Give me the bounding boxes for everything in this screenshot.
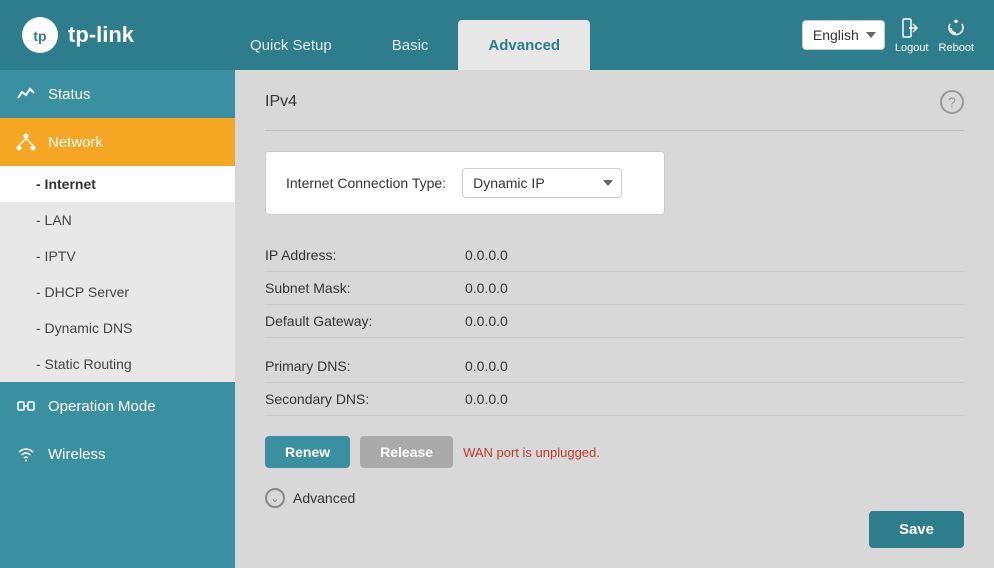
ip-address-row: IP Address: 0.0.0.0 xyxy=(265,239,964,272)
reboot-label: Reboot xyxy=(939,42,974,54)
advanced-toggle[interactable]: ⌄ Advanced xyxy=(265,488,964,508)
sidebar-item-network-label: Network xyxy=(48,134,103,151)
secondary-dns-label: Secondary DNS: xyxy=(265,391,465,407)
svg-text:tp: tp xyxy=(33,28,46,44)
save-button[interactable]: Save xyxy=(869,511,964,548)
sidebar-item-operation-mode[interactable]: Operation Mode xyxy=(0,382,235,430)
network-icon xyxy=(16,132,36,152)
wireless-icon xyxy=(16,444,36,464)
warning-message: WAN port is unplugged. xyxy=(463,445,600,460)
sidebar: Status Network - Internet - LAN - IPTV xyxy=(0,70,235,568)
logo: tp tp-link xyxy=(20,15,220,55)
sidebar-item-status[interactable]: Status xyxy=(0,70,235,118)
sidebar-item-wireless[interactable]: Wireless xyxy=(0,430,235,478)
sidebar-item-wireless-label: Wireless xyxy=(48,446,106,463)
main-layout: Status Network - Internet - LAN - IPTV xyxy=(0,70,994,568)
default-gateway-value: 0.0.0.0 xyxy=(465,313,508,329)
logout-icon xyxy=(900,16,924,40)
language-select[interactable]: English xyxy=(802,20,885,50)
default-gateway-row: Default Gateway: 0.0.0.0 xyxy=(265,305,964,338)
sidebar-item-status-label: Status xyxy=(48,86,91,103)
content-area: IPv4 ? Internet Connection Type: Dynamic… xyxy=(235,70,994,568)
operation-icon xyxy=(16,396,36,416)
info-section: IP Address: 0.0.0.0 Subnet Mask: 0.0.0.0… xyxy=(265,239,964,416)
section-title-text: IPv4 xyxy=(265,93,297,111)
primary-dns-value: 0.0.0.0 xyxy=(465,358,508,374)
secondary-dns-row: Secondary DNS: 0.0.0.0 xyxy=(265,383,964,416)
logout-label: Logout xyxy=(895,42,929,54)
ip-address-value: 0.0.0.0 xyxy=(465,247,508,263)
connection-type-box: Internet Connection Type: Dynamic IP Sta… xyxy=(265,151,665,215)
renew-button[interactable]: Renew xyxy=(265,436,350,468)
sidebar-item-operation-label: Operation Mode xyxy=(48,398,156,415)
status-icon xyxy=(16,84,36,104)
sidebar-sub-static-routing[interactable]: - Static Routing xyxy=(0,346,235,382)
release-button[interactable]: Release xyxy=(360,436,453,468)
section-header: IPv4 ? xyxy=(265,90,964,114)
primary-dns-row: Primary DNS: 0.0.0.0 xyxy=(265,350,964,383)
spacer xyxy=(265,338,964,350)
subnet-mask-label: Subnet Mask: xyxy=(265,280,465,296)
nav-tabs: Quick Setup Basic Advanced xyxy=(220,0,802,70)
header-right: English Logout Reboot xyxy=(802,16,974,54)
tab-basic[interactable]: Basic xyxy=(362,20,459,70)
action-buttons: Renew Release WAN port is unplugged. xyxy=(265,436,964,468)
logo-text: tp-link xyxy=(68,22,134,48)
subnet-mask-value: 0.0.0.0 xyxy=(465,280,508,296)
sidebar-sub-dhcp[interactable]: - DHCP Server xyxy=(0,274,235,310)
sidebar-sub-menu: - Internet - LAN - IPTV - DHCP Server - … xyxy=(0,166,235,382)
ip-address-label: IP Address: xyxy=(265,247,465,263)
content-inner: IPv4 ? Internet Connection Type: Dynamic… xyxy=(235,70,994,528)
logout-button[interactable]: Logout xyxy=(895,16,929,54)
help-icon[interactable]: ? xyxy=(940,90,964,114)
subnet-mask-row: Subnet Mask: 0.0.0.0 xyxy=(265,272,964,305)
tplink-logo-icon: tp xyxy=(20,15,60,55)
connection-type-row: Internet Connection Type: Dynamic IP Sta… xyxy=(286,168,644,198)
tab-quick-setup[interactable]: Quick Setup xyxy=(220,20,362,70)
default-gateway-label: Default Gateway: xyxy=(265,313,465,329)
sidebar-sub-dynamic-dns[interactable]: - Dynamic DNS xyxy=(0,310,235,346)
sidebar-item-network[interactable]: Network xyxy=(0,118,235,166)
divider xyxy=(265,130,964,131)
header: tp tp-link Quick Setup Basic Advanced En… xyxy=(0,0,994,70)
chevron-down-icon: ⌄ xyxy=(265,488,285,508)
advanced-toggle-label: Advanced xyxy=(293,490,355,506)
secondary-dns-value: 0.0.0.0 xyxy=(465,391,508,407)
sidebar-sub-iptv[interactable]: - IPTV xyxy=(0,238,235,274)
connection-type-label: Internet Connection Type: xyxy=(286,175,446,191)
tab-advanced[interactable]: Advanced xyxy=(458,20,590,70)
primary-dns-label: Primary DNS: xyxy=(265,358,465,374)
reboot-icon xyxy=(944,16,968,40)
sidebar-sub-internet[interactable]: - Internet xyxy=(0,166,235,202)
sidebar-sub-lan[interactable]: - LAN xyxy=(0,202,235,238)
connection-type-select[interactable]: Dynamic IP Static IP PPPoE L2TP PPTP xyxy=(462,168,622,198)
reboot-button[interactable]: Reboot xyxy=(939,16,974,54)
